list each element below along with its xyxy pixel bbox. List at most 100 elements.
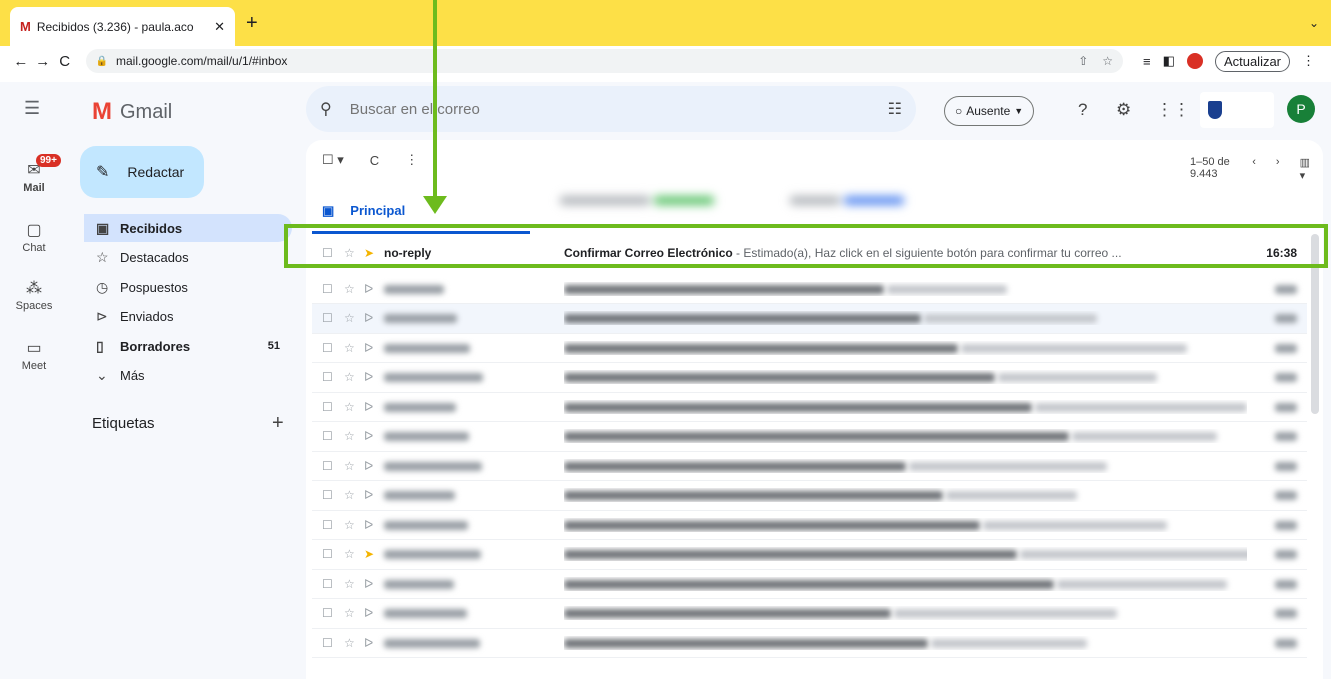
important-marker-icon[interactable]: ᐅ (364, 311, 384, 325)
email-row-redacted[interactable]: ☐ ☆ ᐅ (312, 274, 1307, 304)
filter-options-icon[interactable]: ☷ (888, 99, 902, 119)
profile-avatar[interactable] (1186, 53, 1203, 69)
density-icon[interactable]: ▥ ▾ (1300, 156, 1311, 182)
email-row-redacted[interactable]: ☐ ☆ ᐅ (312, 303, 1307, 334)
tab-social-redacted[interactable] (790, 192, 960, 222)
star-icon[interactable]: ☆ (344, 429, 364, 443)
checkbox[interactable]: ☐ (322, 311, 344, 325)
email-row-redacted[interactable]: ☐ ☆ ᐅ (312, 392, 1307, 422)
checkbox[interactable]: ☐ (322, 459, 344, 473)
gmail-logo[interactable]: M Gmail (92, 98, 172, 126)
rail-chat[interactable]: ▢ Chat (0, 220, 68, 254)
important-marker-icon[interactable]: ᐅ (364, 606, 384, 620)
checkbox[interactable]: ☐ (322, 547, 344, 561)
update-button[interactable]: Actualizar (1214, 50, 1291, 72)
menu-icon[interactable]: ☰ (24, 98, 40, 119)
sidebar-item-sent[interactable]: ⊳ Enviados (84, 302, 292, 330)
email-row-redacted[interactable]: ☐ ☆ ᐅ (312, 628, 1307, 658)
sidebar-item-starred[interactable]: ☆ Destacados (84, 243, 292, 271)
new-tab-icon[interactable]: + (246, 12, 258, 35)
important-marker-icon[interactable]: ᐅ (364, 636, 384, 650)
search-icon[interactable]: ⚲ (320, 99, 332, 119)
checkbox[interactable]: ☐ (322, 341, 344, 355)
important-marker-icon[interactable]: ᐅ (364, 488, 384, 502)
important-marker-icon[interactable]: ➤ (364, 547, 384, 561)
settings-gear-icon[interactable]: ⚙ (1116, 100, 1131, 120)
close-icon[interactable]: ✕ (214, 19, 225, 35)
checkbox[interactable]: ☐ (322, 636, 344, 650)
sidebar-item-drafts[interactable]: ▯ Borradores 51 (84, 332, 292, 360)
star-icon[interactable]: ☆ (344, 400, 364, 414)
email-row-redacted[interactable]: ☐ ☆ ᐅ (312, 333, 1307, 363)
bookmark-star-icon[interactable]: ☆ (1102, 54, 1113, 68)
important-marker-icon[interactable]: ᐅ (364, 518, 384, 532)
forward-icon[interactable]: → (32, 53, 54, 70)
star-icon[interactable]: ☆ (344, 636, 364, 650)
star-icon[interactable]: ☆ (344, 341, 364, 355)
prev-page-icon[interactable]: ‹ (1252, 156, 1256, 182)
share-icon[interactable]: ⇧ (1078, 54, 1088, 68)
star-icon[interactable]: ☆ (344, 311, 364, 325)
email-row-redacted[interactable]: ☐ ☆ ᐅ (312, 481, 1307, 511)
checkbox[interactable]: ☐ (322, 370, 344, 384)
checkbox[interactable]: ☐ (322, 577, 344, 591)
star-icon[interactable]: ☆ (344, 488, 364, 502)
search-input[interactable] (349, 100, 888, 118)
email-row-redacted[interactable]: ☐ ☆ ᐅ (312, 510, 1307, 540)
refresh-icon[interactable]: C (370, 153, 379, 168)
star-icon[interactable]: ☆ (344, 370, 364, 384)
address-bar[interactable]: 🔒 mail.google.com/mail/u/1/#inbox ⇧ ☆ (85, 49, 1124, 73)
rail-spaces[interactable]: ⁂ Spaces (0, 278, 68, 312)
add-label-icon[interactable]: + (272, 412, 284, 435)
status-dropdown[interactable]: ○ Ausente ▼ (944, 96, 1035, 126)
reload-icon[interactable]: C (54, 53, 76, 70)
more-actions-icon[interactable]: ⋮ (405, 152, 418, 168)
checkbox[interactable]: ☐ (322, 606, 344, 620)
browser-tab[interactable]: M Recibidos (3.236) - paula.aco ✕ (10, 7, 235, 46)
star-icon[interactable]: ☆ (344, 459, 364, 473)
chevron-down-icon[interactable]: ⌄ (1309, 16, 1319, 30)
important-marker-icon[interactable]: ᐅ (364, 370, 384, 384)
search-bar[interactable]: ⚲ ☷ (306, 86, 916, 132)
checkbox[interactable]: ☐ (322, 282, 344, 296)
tab-promotions-redacted[interactable] (560, 192, 740, 222)
next-page-icon[interactable]: › (1276, 156, 1280, 182)
rail-mail[interactable]: ✉ 99+ Mail (0, 154, 68, 194)
back-icon[interactable]: ← (10, 53, 32, 70)
email-row-redacted[interactable]: ☐ ☆ ᐅ (312, 422, 1307, 452)
checkbox[interactable]: ☐ (322, 400, 344, 414)
star-icon[interactable]: ☆ (344, 547, 364, 561)
email-row-redacted[interactable]: ☐ ☆ ᐅ (312, 363, 1307, 393)
important-marker-icon[interactable]: ᐅ (364, 400, 384, 414)
rail-meet[interactable]: ▭ Meet (0, 338, 68, 372)
star-icon: ☆ (96, 248, 109, 265)
star-icon[interactable]: ☆ (344, 606, 364, 620)
important-marker-icon[interactable]: ᐅ (364, 282, 384, 296)
reading-list-icon[interactable]: ≡ (1143, 54, 1151, 69)
account-avatar[interactable]: P (1287, 95, 1315, 123)
checkbox[interactable]: ☐ (322, 429, 344, 443)
side-panel-icon[interactable]: ◧ (1163, 53, 1175, 69)
important-marker-icon[interactable]: ᐅ (364, 341, 384, 355)
email-row-redacted[interactable]: ☐ ☆ ᐅ (312, 569, 1307, 599)
sidebar-item-inbox[interactable]: ▣ Recibidos (84, 214, 292, 242)
checkbox[interactable]: ☐ (322, 518, 344, 532)
important-marker-icon[interactable]: ᐅ (364, 577, 384, 591)
sidebar-item-more[interactable]: ⌄ Más (84, 361, 292, 389)
help-icon[interactable]: ? (1078, 100, 1087, 120)
gmail-m-icon: M (92, 98, 112, 125)
sidebar-item-snoozed[interactable]: ◷ Pospuestos (84, 273, 292, 301)
important-marker-icon[interactable]: ᐅ (364, 459, 384, 473)
star-icon[interactable]: ☆ (344, 282, 364, 296)
email-row-redacted[interactable]: ☐ ☆ ᐅ (312, 599, 1307, 629)
star-icon[interactable]: ☆ (344, 577, 364, 591)
select-all-checkbox[interactable]: ☐ ▾ (322, 152, 344, 168)
email-row-redacted[interactable]: ☐ ☆ ᐅ (312, 451, 1307, 481)
email-row-redacted[interactable]: ☐ ☆ ➤ (312, 540, 1307, 570)
checkbox[interactable]: ☐ (322, 488, 344, 502)
important-marker-icon[interactable]: ᐅ (364, 429, 384, 443)
compose-button[interactable]: ✎ Redactar (80, 146, 204, 198)
star-icon[interactable]: ☆ (344, 518, 364, 532)
apps-grid-icon[interactable]: ⋮⋮ (1156, 100, 1190, 120)
more-icon[interactable]: ⋮ (1302, 53, 1315, 69)
